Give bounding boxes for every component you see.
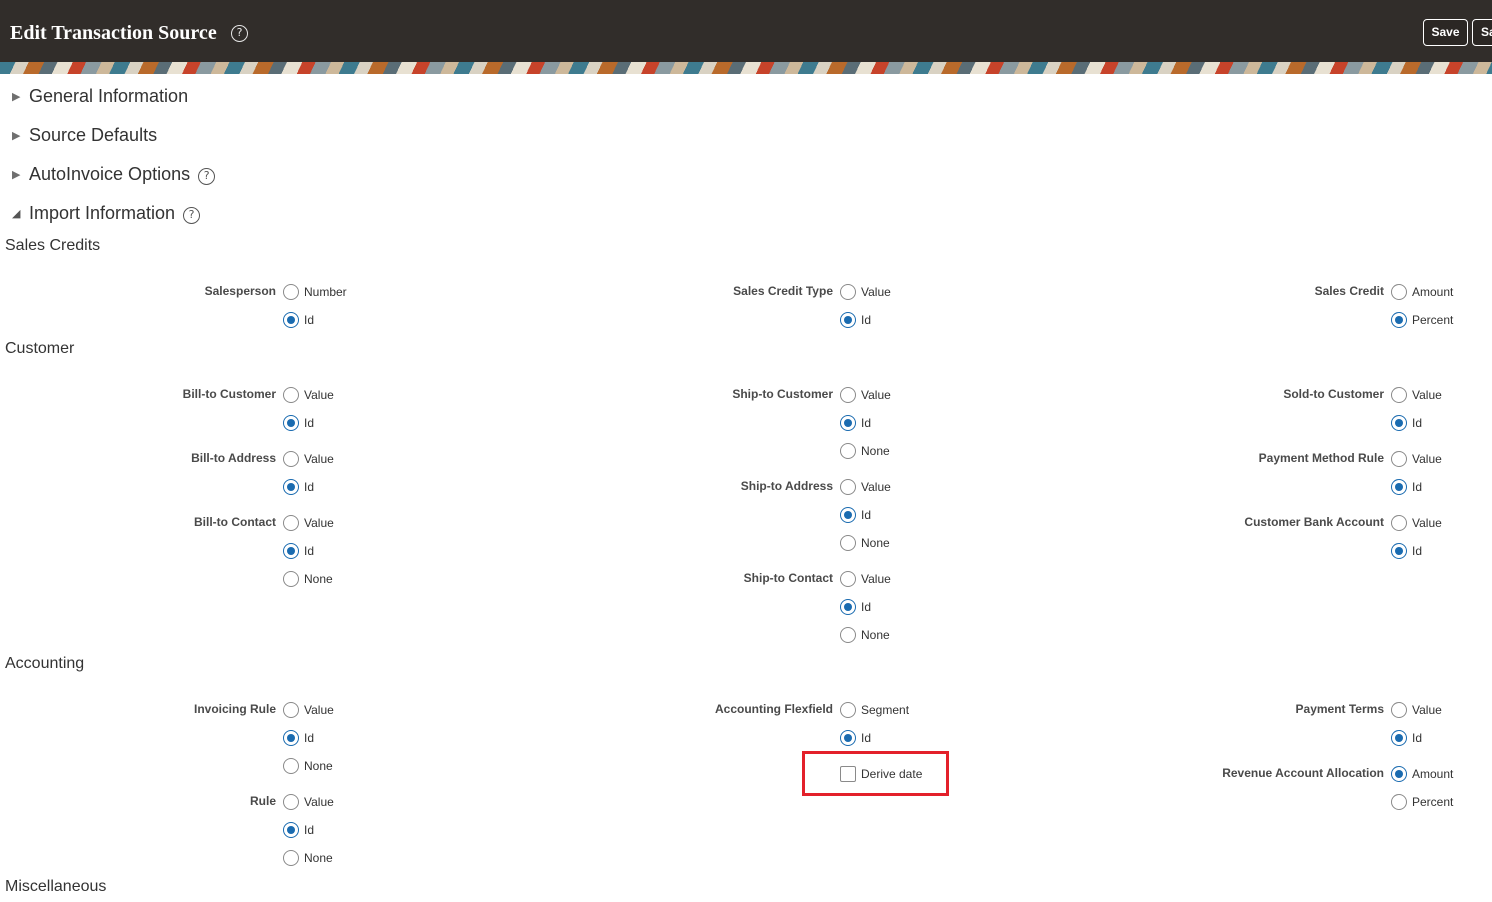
section-label: General Information [29, 86, 189, 106]
save-button[interactable]: Save [1423, 19, 1468, 46]
field-label-ship-to-customer: Ship-to Customer [732, 387, 833, 401]
expand-triangle-icon: ▶ [12, 169, 21, 181]
save-and-close-button[interactable]: Sa [1472, 19, 1492, 46]
field-label-accounting-flexfield: Accounting Flexfield [714, 702, 833, 716]
field-label-sales-credit: Sales Credit [1314, 284, 1384, 298]
collapse-triangle-icon: ◢ [12, 208, 21, 220]
section-label: Source Defaults [29, 125, 158, 145]
field-label-payment-terms: Payment Terms [1295, 702, 1384, 716]
section-import-information[interactable]: ◢ Import Information? [12, 201, 201, 225]
field-label-payment-method-rule: Payment Method Rule [1258, 451, 1384, 465]
help-icon[interactable]: ? [198, 168, 216, 185]
field-label-bill-to-contact: Bill-to Contact [194, 515, 276, 529]
section-source-defaults[interactable]: ▶ Source Defaults [12, 123, 157, 147]
field-label-sold-to-customer: Sold-to Customer [1283, 387, 1384, 401]
field-label-sales-credit-type: Sales Credit Type [733, 284, 833, 298]
subheading-miscellaneous: Miscellaneous [5, 878, 107, 895]
field-label-rule: Rule [249, 794, 276, 808]
help-icon[interactable]: ? [183, 207, 201, 224]
page-header: Edit Transaction Source ? Save Sa [0, 0, 1492, 62]
section-general-information[interactable]: ▶ General Information [12, 84, 188, 108]
subheading-customer: Customer [5, 340, 75, 357]
field-label-bill-to-address: Bill-to Address [191, 451, 276, 465]
field-label-invoicing-rule: Invoicing Rule [193, 702, 276, 716]
field-label-ship-to-address: Ship-to Address [740, 479, 833, 493]
field-label-customer-bank-account: Customer Bank Account [1244, 515, 1384, 529]
section-autoinvoice-options[interactable]: ▶ AutoInvoice Options? [12, 162, 216, 186]
expand-triangle-icon: ▶ [12, 130, 21, 142]
help-icon[interactable]: ? [231, 25, 248, 42]
field-label-revenue-account-allocation: Revenue Account Allocation [1222, 766, 1384, 780]
subheading-sales-credits: Sales Credits [5, 237, 101, 254]
page-title: Edit Transaction Source [10, 22, 217, 44]
field-label-salesperson: Salesperson [204, 284, 276, 298]
highlight-box [802, 751, 949, 796]
field-label-bill-to-customer: Bill-to Customer [182, 387, 276, 401]
subheading-accounting: Accounting [5, 655, 85, 672]
decorative-banner [0, 62, 1492, 74]
section-label: AutoInvoice Options [29, 164, 191, 184]
field-label-ship-to-contact: Ship-to Contact [743, 571, 833, 585]
expand-triangle-icon: ▶ [12, 91, 21, 103]
section-label: Import Information [29, 203, 176, 223]
